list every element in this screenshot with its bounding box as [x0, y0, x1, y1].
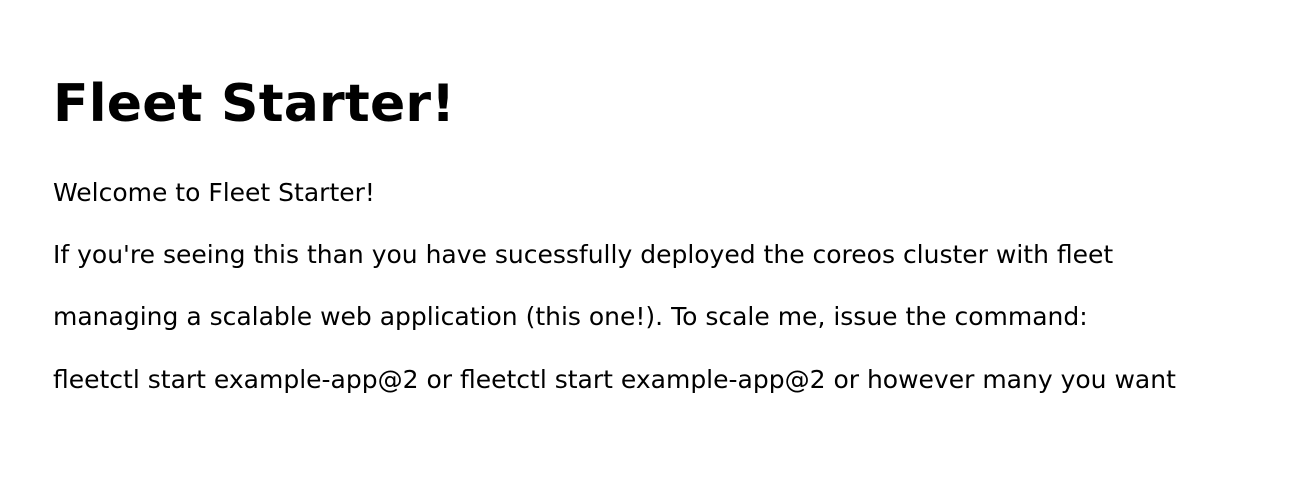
- deploy-success-text: If you're seeing this than you have suce…: [53, 240, 1114, 269]
- page-title: Fleet Starter!: [53, 74, 456, 134]
- welcome-text: Welcome to Fleet Starter!: [53, 178, 375, 207]
- command-text: fleetctl start example-app@2 or fleetctl…: [53, 365, 1176, 394]
- scale-instructions-text: managing a scalable web application (thi…: [53, 302, 1088, 331]
- page-content: Fleet Starter! Welcome to Fleet Starter!…: [0, 0, 1308, 490]
